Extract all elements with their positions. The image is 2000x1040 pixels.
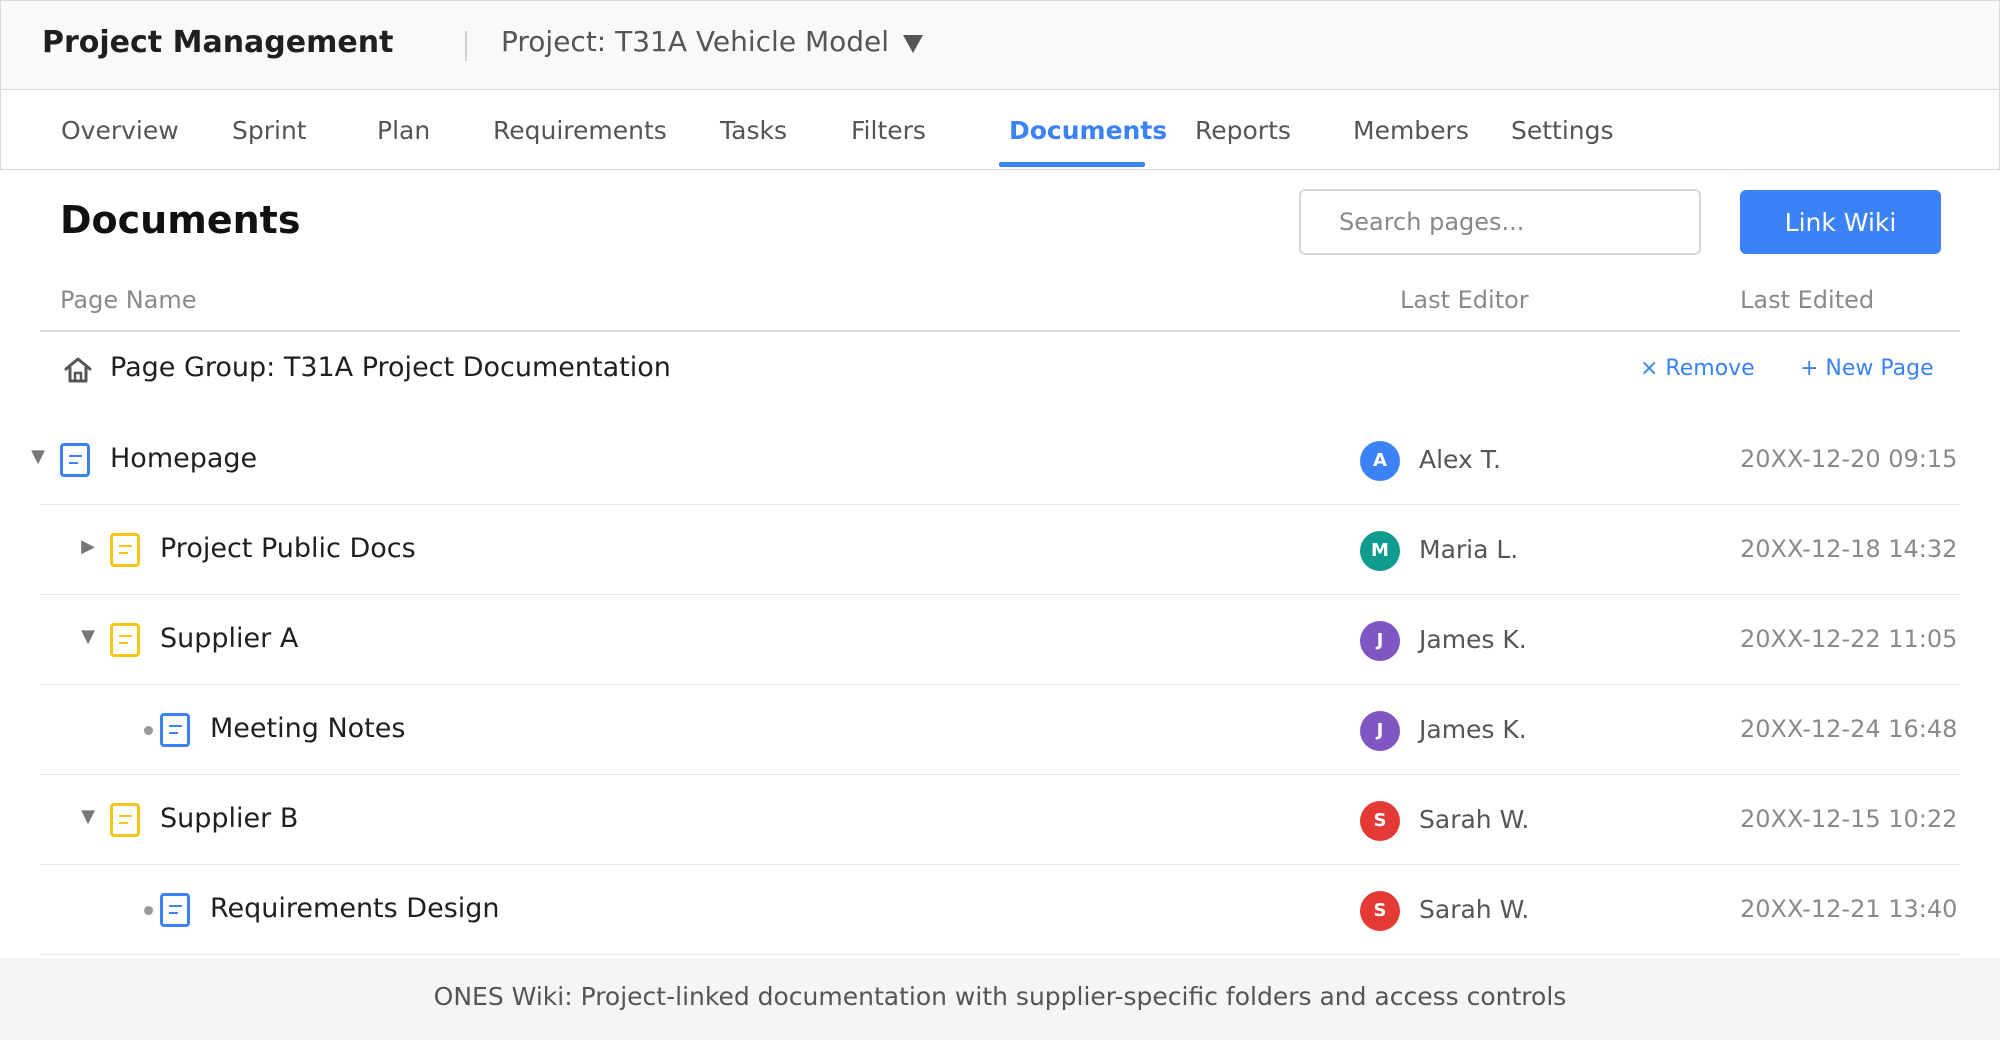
footer-caption: ONES Wiki: Project-linked documentation … (433, 982, 1567, 1011)
tab-filters[interactable]: Filters (851, 116, 926, 145)
expand-toggle-icon[interactable]: ▼ (78, 627, 98, 647)
edited-time: 20XX-12-15 10:22 (1740, 805, 1958, 833)
editor-name: Alex T. (1419, 445, 1501, 474)
active-tab-indicator (999, 162, 1145, 167)
bullet-icon (144, 906, 153, 915)
page-name[interactable]: Supplier B (160, 803, 298, 834)
home-icon (64, 357, 92, 383)
table-row[interactable]: Requirements Design S Sarah W. 20XX-12-2… (40, 865, 1960, 955)
avatar: J (1360, 711, 1400, 751)
link-wiki-button[interactable]: Link Wiki (1740, 190, 1941, 254)
edited-time: 20XX-12-20 09:15 (1740, 445, 1958, 473)
column-header-page-name: Page Name (60, 286, 197, 314)
page-group-row: Page Group: T31A Project Documentation ×… (40, 332, 1960, 408)
table-row[interactable]: Meeting Notes J James K. 20XX-12-24 16:4… (40, 685, 1960, 775)
expand-toggle-icon[interactable]: ▼ (78, 807, 98, 827)
tab-reports[interactable]: Reports (1195, 116, 1291, 145)
editor-name: James K. (1419, 715, 1527, 744)
folder-document-icon (110, 533, 140, 567)
new-page-button[interactable]: + New Page (1800, 356, 1934, 381)
remove-group-button[interactable]: × Remove (1640, 356, 1755, 381)
avatar: S (1360, 801, 1400, 841)
tab-settings[interactable]: Settings (1511, 116, 1614, 145)
top-bar: Project Management Project: T31A Vehicle… (0, 0, 2000, 90)
project-label: Project: T31A Vehicle Model (501, 25, 890, 58)
page-name[interactable]: Requirements Design (210, 893, 500, 924)
edited-time: 20XX-12-22 11:05 (1740, 625, 1958, 653)
page-group-name: Page Group: T31A Project Documentation (110, 352, 671, 383)
column-header-last-editor: Last Editor (1400, 286, 1529, 314)
edited-time: 20XX-12-24 16:48 (1740, 715, 1958, 743)
editor-name: Sarah W. (1419, 805, 1530, 834)
document-icon (60, 443, 90, 477)
page-name[interactable]: Supplier A (160, 623, 298, 654)
folder-document-icon (110, 803, 140, 837)
tab-requirements[interactable]: Requirements (493, 116, 667, 145)
app-title: Project Management (42, 25, 394, 60)
bullet-icon (144, 726, 153, 735)
search-input[interactable] (1299, 189, 1701, 255)
avatar: A (1360, 441, 1400, 481)
tab-documents[interactable]: Documents (1009, 116, 1167, 145)
table-row[interactable]: ▼ Homepage A Alex T. 20XX-12-20 09:15 (31, 415, 1960, 505)
avatar: J (1360, 621, 1400, 661)
top-divider (465, 31, 467, 61)
edited-time: 20XX-12-21 13:40 (1740, 895, 1958, 923)
caret-down-icon (903, 34, 924, 53)
footer: ONES Wiki: Project-linked documentation … (0, 958, 2000, 1040)
project-selector[interactable]: Project: T31A Vehicle Model (501, 25, 924, 58)
tab-plan[interactable]: Plan (377, 116, 430, 145)
column-header-last-edited: Last Edited (1740, 286, 1875, 314)
table-row[interactable]: ▼ Supplier B S Sarah W. 20XX-12-15 10:22 (40, 775, 1960, 865)
page-name[interactable]: Meeting Notes (210, 713, 405, 744)
edited-time: 20XX-12-18 14:32 (1740, 535, 1958, 563)
document-icon (160, 893, 190, 927)
document-icon (160, 713, 190, 747)
page-name[interactable]: Project Public Docs (160, 533, 416, 564)
tab-sprint[interactable]: Sprint (232, 116, 307, 145)
tab-members[interactable]: Members (1353, 116, 1469, 145)
tab-tasks[interactable]: Tasks (720, 116, 787, 145)
project-nav: Overview Sprint Plan Requirements Tasks … (0, 90, 2000, 170)
collapse-toggle-icon[interactable]: ▶ (78, 537, 98, 557)
editor-name: Maria L. (1419, 535, 1519, 564)
avatar: M (1360, 531, 1400, 571)
page-name[interactable]: Homepage (110, 443, 257, 474)
expand-toggle-icon[interactable]: ▼ (28, 447, 48, 467)
page-title: Documents (60, 198, 301, 242)
avatar: S (1360, 891, 1400, 931)
table-row[interactable]: ▶ Project Public Docs M Maria L. 20XX-12… (40, 505, 1960, 595)
table-row[interactable]: ▼ Supplier A J James K. 20XX-12-22 11:05 (40, 595, 1960, 685)
tab-overview[interactable]: Overview (61, 116, 179, 145)
folder-document-icon (110, 623, 140, 657)
editor-name: James K. (1419, 625, 1527, 654)
editor-name: Sarah W. (1419, 895, 1530, 924)
